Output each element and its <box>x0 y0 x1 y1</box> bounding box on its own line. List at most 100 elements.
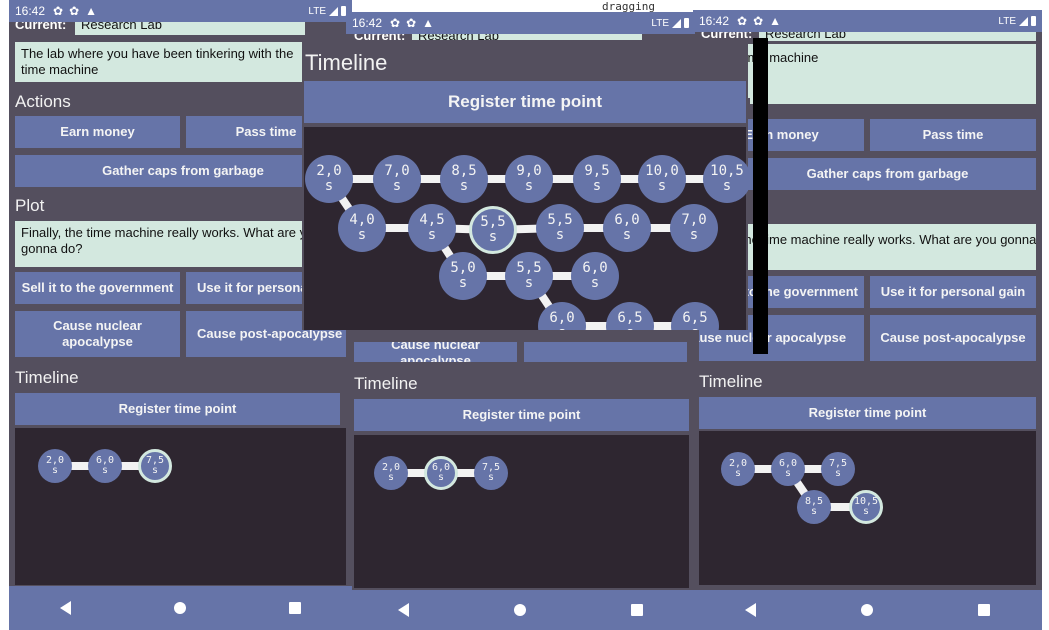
time-point-node[interactable]: 7,5 s <box>138 449 172 483</box>
navigation-bar <box>693 590 1042 630</box>
time-point-node[interactable]: 4,0 s <box>338 204 386 252</box>
timeline-canvas[interactable]: 2,0 s 6,0 s 7,5 s <box>15 428 346 585</box>
nuclear-apocalypse-button[interactable]: Cause nuclear apocalypse <box>354 342 517 362</box>
time-point-unit: s <box>524 275 534 291</box>
recent-apps-icon[interactable] <box>630 604 643 616</box>
warning-icon: ▲ <box>769 14 782 28</box>
timeline-canvas[interactable]: 2,0 s 7,0 s 8,5 s 9,0 s 9,5 s 10,0 s 10,5 s 4,0 s 4,5 s 5,… <box>304 127 748 330</box>
earn-money-button[interactable]: Earn money <box>15 116 180 148</box>
nuclear-apocalypse-label: Cause nuclear apocalypse <box>699 330 847 345</box>
dragged-timeline-overlay[interactable]: Timeline Register time point 2,0 s 7,0 s 8,5… <box>302 40 748 330</box>
time-point-node[interactable]: 6,0s <box>424 456 458 490</box>
post-apocalypse-button[interactable] <box>524 342 687 362</box>
settings-icon: ✿ <box>737 14 748 28</box>
network-label: LTE <box>998 15 1016 27</box>
time-point-unit: s <box>524 178 534 194</box>
gather-caps-button[interactable]: Gather caps from garbage <box>15 155 351 187</box>
settings-icon: ✿ <box>406 16 417 30</box>
time-point-node[interactable]: 6,0s <box>88 449 122 483</box>
timeline-canvas[interactable]: 2,0 s 6,0 s 7,5 s 8,5 s 10,5 s <box>699 431 1036 585</box>
time-point-node[interactable]: 7,5 s <box>474 456 508 490</box>
time-point-node[interactable]: 7,5 s <box>821 452 855 486</box>
time-point-node[interactable]: 2,0 s <box>721 452 755 486</box>
status-time: 16:42 <box>15 4 46 18</box>
home-icon[interactable] <box>513 604 526 616</box>
register-time-point-button[interactable]: Register time point <box>304 81 746 123</box>
time-point-node[interactable]: 7,0 s <box>373 155 421 203</box>
recent-apps-icon[interactable] <box>977 604 990 616</box>
recent-apps-icon[interactable] <box>288 602 301 614</box>
location-description: The lab where you have been tinkering wi… <box>699 44 1036 104</box>
plot-title: Plot <box>15 196 45 215</box>
time-point-node[interactable]: 5,5 s <box>536 204 584 252</box>
nuclear-apocalypse-button[interactable]: Cause nuclear apocalypse <box>15 311 180 357</box>
time-point-node[interactable]: 5,5 s <box>469 206 517 254</box>
time-point-unit: s <box>657 178 667 194</box>
time-point-node[interactable]: 6,5s <box>671 302 719 330</box>
time-point-node[interactable]: 8,5 s <box>440 155 488 203</box>
register-time-point-button[interactable]: Register time point <box>15 393 340 425</box>
settings-icon: ✿ <box>69 4 80 18</box>
time-point-value: 10,5 <box>710 163 744 180</box>
time-point-unit: s <box>324 178 334 194</box>
signal-icon <box>1019 16 1028 26</box>
personal-gain-button[interactable]: Use it for personal gain <box>870 276 1036 308</box>
time-point-node[interactable]: 10,5 s <box>703 155 748 203</box>
time-point-node[interactable]: 2,0 s <box>305 155 353 203</box>
status-bar: 16:42 ✿ ✿ ▲ LTE <box>346 12 695 34</box>
status-right: LTE <box>998 16 1036 27</box>
time-point-node[interactable]: 2,0 s <box>38 449 72 483</box>
time-point-value: 6,0 <box>582 260 608 277</box>
time-point-node[interactable]: 5,0 s <box>439 252 487 300</box>
timeline-canvas[interactable]: 2,0 s 6,0 s 7,5 s <box>354 435 689 588</box>
time-point-unit: s <box>810 506 818 517</box>
time-point-value: 6,0 <box>614 212 640 229</box>
network-label: LTE <box>308 5 326 17</box>
time-point-unit: s <box>558 326 566 330</box>
time-point-value: 5,0 <box>450 260 476 277</box>
back-icon[interactable] <box>745 603 757 617</box>
signal-icon <box>329 6 338 16</box>
time-point-unit: s <box>458 275 468 291</box>
gather-caps-button[interactable]: Gather caps from garbage <box>699 158 1036 190</box>
signal-icon <box>672 18 681 28</box>
time-point-unit: s <box>590 275 600 291</box>
phone-screen-1: 16:42 ✿ ✿ ▲ LTE Current: Research Lab Th… <box>9 0 352 630</box>
battery-icon <box>1031 16 1036 26</box>
back-icon[interactable] <box>60 601 72 615</box>
time-point-node[interactable]: 10,5 s <box>849 490 883 524</box>
time-point-node[interactable]: 9,0 s <box>505 155 553 203</box>
time-point-node[interactable]: 5,5 s <box>505 252 553 300</box>
time-point-unit: s <box>862 506 870 517</box>
time-point-node[interactable]: 4,5 s <box>408 204 456 252</box>
time-point-value: 7,0 <box>384 163 410 180</box>
back-icon[interactable] <box>398 603 410 617</box>
home-icon[interactable] <box>860 604 873 616</box>
pass-time-button[interactable]: Pass time <box>870 119 1036 151</box>
status-time: 16:42 <box>699 14 730 28</box>
actions-title: Actions <box>15 92 71 111</box>
time-point-value: 4,0 <box>349 212 375 229</box>
location-description: The lab where you have been tinkering wi… <box>15 42 305 82</box>
register-time-point-button[interactable]: Register time point <box>699 397 1036 429</box>
sell-to-government-button[interactable]: Sell it to the government <box>15 272 180 304</box>
time-point-node[interactable]: 6,0s <box>771 452 805 486</box>
register-time-point-button[interactable]: Register time point <box>354 399 689 431</box>
time-point-unit: s <box>151 465 159 476</box>
time-point-node[interactable]: 6,0s <box>571 252 619 300</box>
screen-divider <box>753 38 768 354</box>
time-point-node[interactable]: 2,0 s <box>374 456 408 490</box>
warning-icon: ▲ <box>85 4 98 18</box>
navigation-bar <box>346 590 695 630</box>
time-point-node[interactable]: 6,5s <box>606 302 654 330</box>
time-point-unit: s <box>387 472 395 483</box>
time-point-node[interactable]: 10,0 s <box>638 155 686 203</box>
home-icon[interactable] <box>173 602 186 614</box>
network-label: LTE <box>651 17 669 29</box>
time-point-node[interactable]: 9,5 s <box>573 155 621 203</box>
time-point-node[interactable]: 7,0 s <box>670 204 718 252</box>
post-apocalypse-button[interactable]: Cause post-apocalypse <box>870 315 1036 361</box>
time-point-node[interactable]: 6,0s <box>603 204 651 252</box>
time-point-node[interactable]: 8,5 s <box>797 490 831 524</box>
plot-description: Finally, the time machine really works. … <box>15 221 351 267</box>
